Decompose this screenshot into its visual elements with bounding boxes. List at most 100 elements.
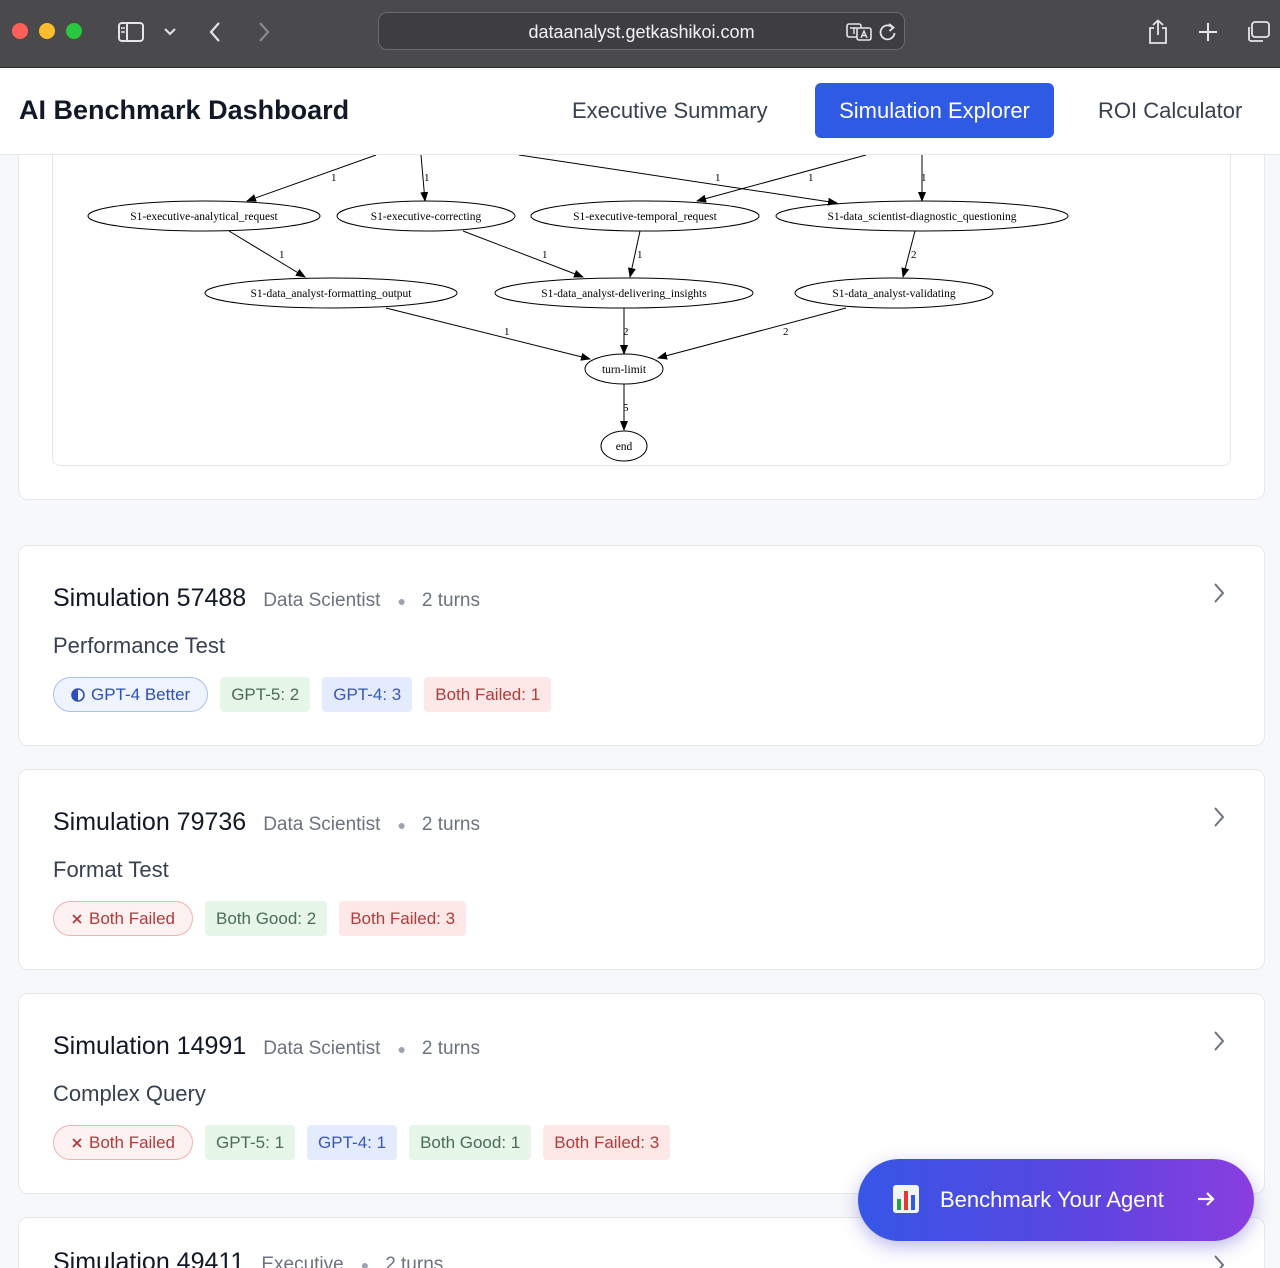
cta-label: Benchmark Your Agent [940,1187,1164,1212]
benchmark-your-agent-button[interactable]: Benchmark Your Agent [858,1159,1254,1241]
graph-edge-label: 1 [279,249,285,261]
address-bar[interactable]: dataanalyst.getkashikoi.com [378,12,905,50]
separator-dot: ● [397,817,406,833]
graph-edge [228,230,306,278]
x-icon [72,1137,82,1148]
graph-node-label: S1-data_scientist-diagnostic_questioning [827,211,1016,223]
half-circle-icon [71,687,85,702]
simulation-header: Simulation 57488 Data Scientist ● 2 turn… [53,584,480,613]
back-icon[interactable] [204,16,226,48]
graph-edge-label: 1 [331,172,337,184]
both-good-count-badge: Both Good: 1 [409,1125,532,1160]
simulation-title: Simulation 57488 [53,584,247,612]
graph-edge-label: 1 [715,172,721,184]
simulation-role: Data Scientist [263,590,381,611]
tab-simulation-explorer[interactable]: Simulation Explorer [815,83,1054,138]
browser-toolbar: dataanalyst.getkashikoi.com [0,0,1280,68]
graph-edge [657,307,847,360]
chevron-right-icon[interactable] [1212,806,1226,833]
gpt5-count-badge: GPT-5: 2 [220,677,311,712]
translate-icon[interactable] [845,16,875,48]
graph-node-label: S1-executive-analytical_request [130,211,278,223]
graph-node-label: S1-data_analyst-delivering_insights [541,288,707,300]
simulation-header: Simulation 79736 Data Scientist ● 2 turn… [53,808,480,837]
graph-node-label: turn-limit [602,364,647,376]
graph-node-label: S1-executive-correcting [371,211,482,223]
conversation-flow-card: S1-executive-analytical_request S1-execu… [18,155,1265,500]
share-icon[interactable] [1144,16,1172,48]
gpt4-count-badge: GPT-4: 3 [322,677,413,712]
simulation-title: Simulation 79736 [53,808,247,836]
maximize-window-button[interactable] [66,23,82,39]
verdict-badge: Both Failed [53,901,193,936]
gpt4-count-badge: GPT-4: 1 [307,1125,398,1160]
graph-edge-label: 1 [637,249,643,261]
simulation-card[interactable]: Simulation 79736 Data Scientist ● 2 turn… [18,769,1265,970]
simulation-title: Simulation 14991 [53,1032,247,1060]
reload-icon[interactable] [877,16,899,48]
url-text: dataanalyst.getkashikoi.com [528,22,755,42]
graph-edge [385,307,591,361]
simulation-turns: 2 turns [385,1254,444,1268]
chevron-down-icon[interactable] [160,16,180,48]
graph-edge-label: 2 [623,326,629,338]
forward-icon[interactable] [253,16,275,48]
graph-edge [462,230,584,278]
graph-edge [518,155,838,206]
graph-edge-label: 1 [921,172,927,184]
simulation-test-type: Complex Query [53,1081,206,1106]
chevron-right-icon[interactable] [1212,1030,1226,1057]
both-failed-count-badge: Both Failed: 3 [543,1125,671,1160]
graph-edge [696,155,867,203]
graph-edge-label: 1 [424,172,430,184]
separator-dot: ● [397,1041,406,1057]
simulation-test-type: Format Test [53,857,169,882]
app-title: AI Benchmark Dashboard [19,95,350,125]
bar-chart-icon [893,1185,919,1213]
gpt5-count-badge: GPT-5: 1 [205,1125,296,1160]
result-badges: GPT-4 Better GPT-5: 2 GPT-4: 3 Both Fail… [53,677,552,712]
graph-edge-label: 1 [504,326,510,338]
separator-dot: ● [397,593,406,609]
arrow-right-icon [1198,1192,1215,1206]
simulation-turns: 2 turns [421,814,480,835]
verdict-badge: Both Failed [53,1125,193,1160]
graph-edge-label: 1 [808,172,814,184]
close-window-button[interactable] [12,23,28,39]
simulation-turns: 2 turns [421,1038,480,1059]
graph-node-label: S1-data_analyst-formatting_output [251,288,413,300]
graph-edge [246,155,377,202]
new-tab-icon[interactable] [1195,16,1221,48]
tab-executive-summary[interactable]: Executive Summary [550,83,790,138]
graph-node-label: S1-data_analyst-validating [832,288,956,300]
simulation-turns: 2 turns [421,590,480,611]
chevron-right-icon[interactable] [1212,1254,1226,1268]
both-failed-count-badge: Both Failed: 3 [339,901,467,936]
simulation-card[interactable]: Simulation 57488 Data Scientist ● 2 turn… [18,545,1265,746]
simulation-role: Executive [261,1254,344,1268]
sidebar-toggle-icon[interactable] [116,16,146,48]
result-badges: Both Failed GPT-5: 1 GPT-4: 1 Both Good:… [53,1125,671,1160]
chevron-right-icon[interactable] [1212,582,1226,609]
result-badges: Both Failed Both Good: 2 Both Failed: 3 [53,901,467,936]
simulation-role: Data Scientist [263,1038,381,1059]
simulation-test-type: Performance Test [53,633,226,658]
graph-edge-label: 1 [542,249,548,261]
both-good-count-badge: Both Good: 2 [205,901,328,936]
simulation-role: Data Scientist [263,814,381,835]
verdict-label: Both Failed [89,1133,175,1152]
tab-roi-calculator[interactable]: ROI Calculator [1076,83,1264,138]
simulation-header: Simulation 14991 Data Scientist ● 2 turn… [53,1032,480,1061]
verdict-label: Both Failed [89,909,175,928]
verdict-label: GPT-4 Better [91,685,191,704]
tab-overview-icon[interactable] [1244,16,1272,48]
app-header: AI Benchmark Dashboard Executive Summary… [0,68,1280,155]
graph-edge-label: 5 [623,402,629,414]
graph-node-label: end [616,441,633,453]
graph-node-label: S1-executive-temporal_request [573,211,717,223]
separator-dot: ● [360,1257,370,1268]
minimize-window-button[interactable] [39,23,55,39]
both-failed-count-badge: Both Failed: 1 [424,677,552,712]
conversation-flow-graph: S1-executive-analytical_request S1-execu… [52,155,1231,466]
x-icon [72,913,82,924]
